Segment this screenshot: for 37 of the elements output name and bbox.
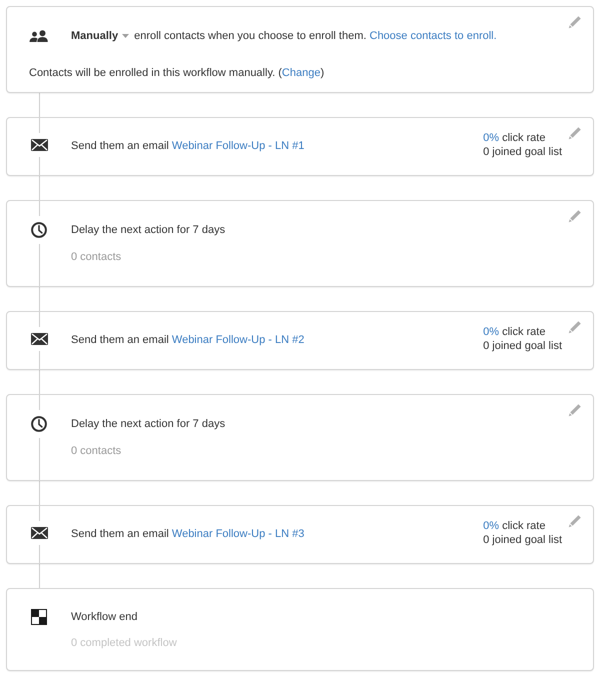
pencil-icon[interactable]: [568, 15, 582, 29]
step-title: Delay the next action for 7 days: [71, 417, 226, 432]
email-link[interactable]: Webinar Follow-Up - LN #1: [172, 140, 304, 152]
pencil-icon[interactable]: [568, 514, 582, 528]
clock-icon: [31, 222, 47, 238]
pencil-icon[interactable]: [568, 126, 582, 140]
goal-list-text: 0 joined goal list: [483, 339, 562, 353]
enrollment-note: Contacts will be enrolled in this workflow manually. (Change): [29, 66, 326, 81]
email-step-text: Send them an email Webinar Follow-Up - LN #3: [71, 527, 306, 542]
people-icon: [29, 30, 50, 42]
step-count: 0 contacts: [71, 444, 122, 459]
clock-icon: [31, 416, 47, 432]
pencil-icon[interactable]: [568, 209, 582, 223]
email-step-text: Send them an email Webinar Follow-Up - LN #2: [71, 333, 306, 348]
click-rate-text: 0% click rate: [483, 131, 546, 145]
envelope-icon: [30, 139, 48, 151]
envelope-icon: [30, 527, 48, 539]
step-title: Workflow end: [71, 610, 138, 625]
checkered-square-icon: [31, 609, 47, 625]
pencil-icon[interactable]: [568, 403, 582, 417]
click-rate-text: 0% click rate: [483, 519, 546, 533]
choose-contacts-link[interactable]: Choose contacts to enroll.: [370, 30, 497, 42]
goal-list-text: 0 joined goal list: [483, 145, 562, 159]
change-link[interactable]: Change: [282, 67, 320, 79]
caret-icon: [122, 34, 130, 38]
step-count: 0 contacts: [71, 250, 122, 265]
pencil-icon[interactable]: [568, 320, 582, 334]
goal-list-text: 0 joined goal list: [483, 533, 562, 547]
email-step-text: Send them an email Webinar Follow-Up - LN #1: [71, 139, 306, 154]
step-count: 0 completed workflow: [71, 636, 178, 651]
email-link[interactable]: Webinar Follow-Up - LN #2: [172, 334, 304, 346]
enrollment-text: enroll contacts when you choose to enroll them. Choose contacts to enroll.: [134, 29, 497, 44]
envelope-icon: [30, 333, 48, 345]
mode-dropdown[interactable]: Manually: [71, 28, 130, 44]
step-title: Delay the next action for 7 days: [71, 223, 226, 238]
email-link[interactable]: Webinar Follow-Up - LN #3: [172, 528, 304, 540]
click-rate-text: 0% click rate: [483, 325, 546, 339]
